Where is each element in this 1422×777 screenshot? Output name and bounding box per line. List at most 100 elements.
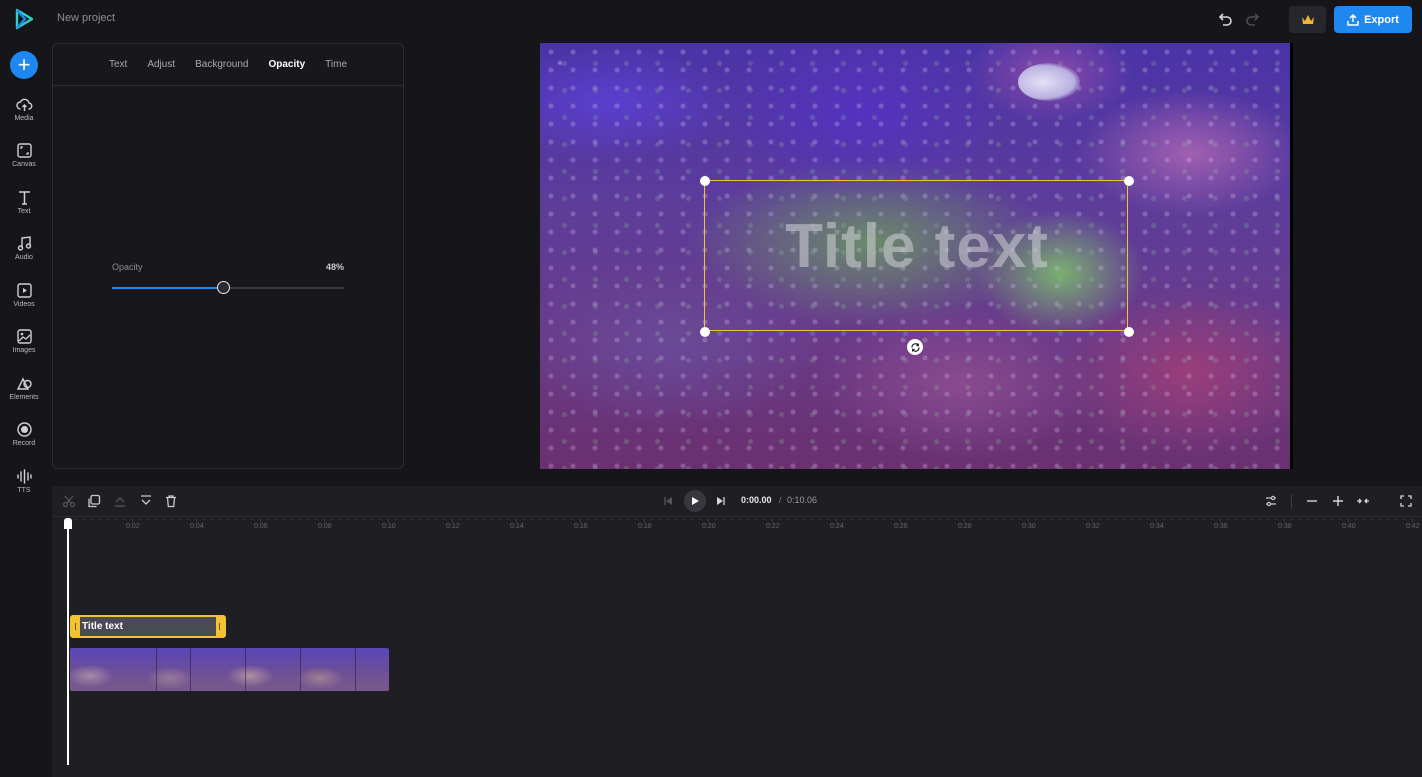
sound-wave-icon (16, 469, 32, 484)
export-button[interactable]: Export (1334, 6, 1412, 33)
redo-icon[interactable] (1244, 10, 1262, 28)
ruler-tick-label: 0:34 (1150, 523, 1164, 530)
split-scissors-icon[interactable] (62, 494, 76, 508)
resize-handle-bottom-right[interactable] (1124, 327, 1134, 337)
resize-handle-top-right[interactable] (1124, 176, 1134, 186)
ruler-minor-tick (1260, 518, 1261, 520)
ruler-minor-tick (524, 518, 525, 520)
sidebar-item-label: Media (14, 115, 34, 122)
sidebar-item-audio[interactable]: Audio (0, 235, 48, 275)
skip-back-icon[interactable] (661, 494, 675, 508)
ruler-minor-tick (1372, 518, 1373, 520)
sidebar-item-label: Canvas (12, 161, 36, 168)
total-duration: 0:10.06 (787, 495, 818, 505)
ruler-minor-tick (532, 518, 533, 520)
ruler-minor-tick (1148, 518, 1149, 520)
ruler-minor-tick (172, 518, 173, 520)
ruler-tick-label: 0:22 (766, 523, 780, 530)
ruler-minor-tick (1204, 518, 1205, 520)
ruler-minor-tick (564, 518, 565, 520)
ruler-minor-tick (1292, 518, 1293, 520)
ruler-minor-tick (348, 518, 349, 520)
timeline-settings-icon[interactable] (1264, 494, 1278, 508)
ruler-minor-tick (1012, 518, 1013, 520)
add-button[interactable]: + (10, 51, 38, 79)
app-logo-icon[interactable] (13, 8, 35, 30)
ruler-minor-tick (804, 518, 805, 520)
sidebar-item-tts[interactable]: TTS (0, 468, 48, 508)
ruler-minor-tick (556, 518, 557, 520)
duplicate-icon[interactable] (87, 494, 101, 508)
tab-text[interactable]: Text (109, 59, 127, 70)
fit-timeline-icon[interactable] (1356, 494, 1370, 508)
move-up-icon[interactable] (113, 494, 127, 508)
timeline-ruler[interactable]: 00:020:040:060:080:100:120:140:160:180:2… (52, 518, 1422, 540)
ruler-minor-tick (340, 518, 341, 520)
ruler-minor-tick (620, 518, 621, 520)
skip-forward-icon[interactable] (714, 494, 728, 508)
tab-background[interactable]: Background (195, 59, 248, 70)
sidebar-item-text[interactable]: Text (0, 189, 48, 229)
clip-trim-handle-left[interactable] (72, 617, 80, 636)
zoom-in-icon[interactable] (1331, 494, 1345, 508)
opacity-slider-thumb[interactable] (217, 281, 231, 294)
resize-handle-bottom-left[interactable] (700, 327, 710, 337)
sidebar-item-label: Audio (15, 254, 33, 261)
ruler-minor-tick (628, 518, 629, 520)
cloud-upload-icon (15, 98, 32, 111)
sidebar-item-canvas[interactable]: Canvas (0, 142, 48, 182)
time-separator: / (779, 495, 782, 505)
delete-trash-icon[interactable] (164, 494, 178, 508)
play-button[interactable] (684, 490, 706, 512)
ruler-minor-tick (1316, 518, 1317, 520)
ruler-minor-tick (1164, 518, 1165, 520)
text-clip[interactable]: Title text (70, 615, 226, 638)
ruler-minor-tick (436, 518, 437, 520)
fullscreen-icon[interactable] (1399, 494, 1413, 508)
ruler-minor-tick (420, 518, 421, 520)
resize-handle-top-left[interactable] (700, 176, 710, 186)
project-title[interactable]: New project (57, 12, 115, 24)
sidebar-item-images[interactable]: Images (0, 328, 48, 368)
sidebar-item-label: Elements (9, 394, 39, 401)
ruler-minor-tick (676, 518, 677, 520)
zoom-out-icon[interactable] (1305, 494, 1319, 508)
ruler-minor-tick (572, 518, 573, 520)
sidebar-item-record[interactable]: Record (0, 421, 48, 461)
playhead[interactable] (67, 522, 69, 765)
ruler-tick-label: 0:06 (254, 523, 268, 530)
ruler-minor-tick (204, 518, 205, 520)
ruler-minor-tick (948, 518, 949, 520)
ruler-minor-tick (812, 518, 813, 520)
clip-trim-handle-right[interactable] (216, 617, 224, 636)
ruler-minor-tick (1052, 518, 1053, 520)
tab-opacity[interactable]: Opacity (268, 59, 305, 70)
overlay-title-text[interactable]: Title text (705, 211, 1129, 282)
video-preview[interactable]: Title text (540, 43, 1293, 469)
opacity-slider[interactable] (112, 281, 344, 294)
ruler-minor-tick (684, 518, 685, 520)
sidebar-item-media[interactable]: Media (0, 96, 48, 136)
text-selection-box[interactable]: Title text (700, 176, 1134, 337)
premium-button[interactable] (1289, 6, 1326, 33)
ruler-tick (132, 518, 133, 522)
ruler-minor-tick (1300, 518, 1301, 520)
sidebar-item-videos[interactable]: Videos (0, 282, 48, 322)
opacity-label: Opacity (112, 262, 143, 272)
playhead-handle[interactable] (64, 518, 72, 529)
ruler-minor-tick (108, 518, 109, 520)
undo-icon[interactable] (1216, 10, 1234, 28)
move-down-icon[interactable] (139, 494, 153, 508)
sidebar-item-elements[interactable]: Elements (0, 375, 48, 415)
tab-adjust[interactable]: Adjust (147, 59, 175, 70)
video-clip[interactable] (70, 648, 389, 691)
video-play-icon (16, 283, 32, 298)
ruler-minor-tick (716, 518, 717, 520)
ruler-tick (1028, 518, 1029, 522)
rotate-handle[interactable] (907, 339, 923, 355)
ruler-minor-tick (1252, 518, 1253, 520)
ruler-minor-tick (788, 518, 789, 520)
ruler-tick (1220, 518, 1221, 522)
ruler-minor-tick (876, 518, 877, 520)
tab-time[interactable]: Time (325, 59, 347, 70)
